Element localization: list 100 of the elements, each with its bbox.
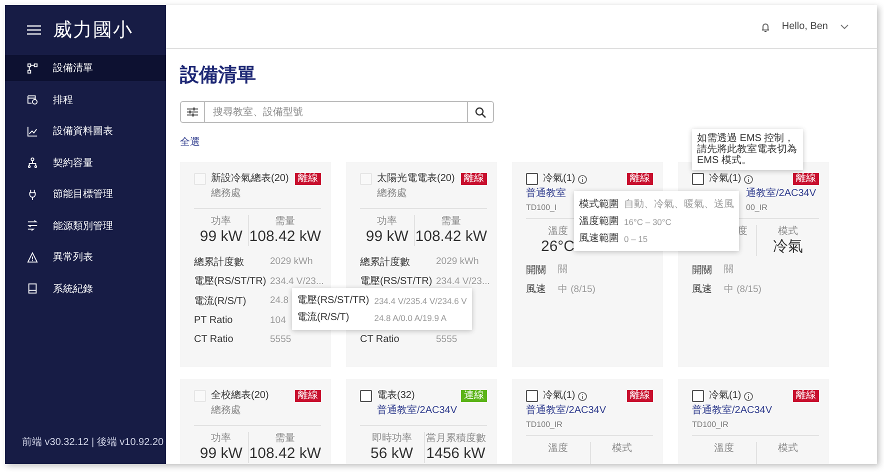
checkbox[interactable]: [360, 390, 372, 402]
metric-label: 需量: [275, 215, 296, 228]
tooltip-value: 234.4 V/235.4 V/234.6 V: [374, 296, 467, 306]
row-value: 5555: [270, 334, 292, 346]
metric-label: 需量: [275, 432, 296, 445]
row-value: 2029 kWh: [270, 256, 313, 268]
tooltip-label: 溫度範圍: [579, 215, 619, 228]
status-badge: 離線: [295, 390, 321, 402]
metric-label: 模式: [778, 225, 798, 238]
metric-value: 108.42 kW: [249, 445, 321, 463]
metric-label: 度: [738, 225, 748, 238]
search-input[interactable]: 搜尋教室、設備型號: [205, 102, 467, 122]
metric-value: 108.42 kW: [415, 228, 487, 246]
metric-label: 當月累積度數: [426, 432, 486, 445]
status-badge: 連線: [461, 390, 487, 402]
app-title: 威力國小: [53, 19, 133, 43]
location-link[interactable]: 普通教室: [526, 187, 566, 200]
metric-value: 99 kW: [366, 228, 408, 246]
info-icon[interactable]: [744, 174, 754, 184]
metric-label: 溫度: [548, 225, 568, 238]
tooltip-value: 0 – 15: [624, 234, 649, 244]
checkbox[interactable]: [692, 173, 704, 185]
card-title: 太陽光電電表(20): [377, 173, 455, 185]
checkbox[interactable]: [526, 390, 538, 402]
row-label: 風速: [692, 282, 713, 296]
card-title: 電表(32): [377, 390, 415, 402]
row-label: 開關: [692, 264, 713, 277]
chevron-down-icon[interactable]: [840, 24, 849, 30]
model-label: 00_IR: [746, 202, 768, 214]
row-label: CT Ratio: [360, 334, 400, 346]
info-icon[interactable]: [578, 392, 588, 400]
status-badge: 離線: [793, 173, 819, 185]
metric-label: 功率: [377, 215, 398, 228]
info-icon[interactable]: [578, 174, 588, 184]
metric-label: 溫度: [714, 442, 734, 455]
location-link[interactable]: 通教室/2AC34V: [746, 187, 816, 200]
status-badge: 離線: [793, 390, 819, 402]
tooltip-label: 電壓(RS/ST/TR): [297, 294, 370, 307]
model-label: TD100_I: [526, 202, 557, 214]
calendar-clock-icon: [27, 94, 38, 105]
metric-label: 功率: [211, 432, 232, 445]
search-button[interactable]: [467, 101, 494, 123]
location-link[interactable]: 普通教室/2AC34V: [377, 404, 458, 417]
warning-icon: [27, 252, 38, 262]
page-title: 設備清單: [180, 64, 256, 88]
model-label: TD100_IR: [526, 419, 562, 431]
sidebar-item[interactable]: 系統紀錄: [5, 276, 166, 302]
tooltip-value: 24.8 A/0.0 A/19.9 A: [374, 312, 448, 322]
info-icon[interactable]: [744, 392, 754, 400]
status-badge: 離線: [627, 390, 653, 402]
sidebar-item[interactable]: 契約容量: [5, 150, 166, 176]
nodes-icon: [27, 62, 38, 74]
row-value: 中 (8/15): [558, 282, 596, 296]
sidebar-item[interactable]: 設備資料圖表: [5, 118, 166, 144]
tooltip-text: 如需透過 EMS 控制，請先將此教室電表切為 EMS 模式。: [696, 132, 798, 168]
metric-value: 108.42 kW: [249, 228, 321, 246]
row-label: 總累計度數: [194, 256, 245, 269]
metric-value: 99 kW: [200, 228, 242, 246]
bell-icon[interactable]: [760, 22, 770, 32]
metric-value: 99 kW: [200, 445, 242, 463]
sidebar-item[interactable]: 設備清單: [5, 55, 166, 81]
filter-button[interactable]: [180, 101, 205, 123]
row-label: 總累計度數: [360, 256, 411, 269]
row-value: 234.4 V/23...: [436, 276, 490, 287]
search-icon: [475, 106, 486, 118]
user-greeting[interactable]: Hello, Ben: [782, 21, 828, 32]
card-title: 冷氣(1): [709, 390, 742, 402]
location-link[interactable]: 普通教室/2AC34V: [526, 404, 606, 417]
tooltip-label: 電流(R/S/T): [297, 311, 350, 324]
checkbox[interactable]: [692, 390, 704, 402]
row-label: 開關: [526, 264, 547, 277]
row-value: 中 (8/15): [724, 282, 762, 296]
sidebar-item[interactable]: 能源類別管理: [5, 212, 166, 238]
row-label: 電壓(RS/ST/TR): [360, 275, 434, 288]
card-title: 冷氣(1): [543, 173, 576, 185]
plug-icon: [27, 188, 38, 200]
book-icon: [27, 283, 38, 294]
metric-label: 需量: [441, 215, 462, 228]
metric-value: 56 kW: [370, 445, 413, 463]
sidebar-item[interactable]: 排程: [5, 86, 166, 112]
row-value: 2029 kWh: [436, 256, 479, 268]
org-chart-icon: [27, 157, 38, 168]
sidebar-item[interactable]: 節能目標管理: [5, 181, 166, 207]
row-label: CT Ratio: [194, 334, 234, 346]
tooltip-label: 風速範圍: [579, 232, 619, 245]
location-link[interactable]: 普通教室/2AC34V: [692, 404, 772, 417]
status-badge: 離線: [295, 173, 321, 185]
row-value: 關: [724, 263, 734, 276]
card-title: 全校總表(20): [211, 390, 269, 402]
menu-icon[interactable]: [27, 25, 41, 35]
row-label: 電壓(RS/ST/TR): [194, 275, 268, 288]
checkbox[interactable]: [526, 173, 538, 185]
card-title: 新設冷氣總表(20): [211, 173, 289, 185]
department-label: 總務處: [377, 187, 407, 200]
sidebar-item[interactable]: 異常列表: [5, 244, 166, 270]
select-all-link[interactable]: 全選: [180, 137, 200, 149]
card-title: 冷氣(1): [709, 173, 742, 185]
row-value: 104: [270, 314, 286, 326]
row-label: 風速: [526, 282, 547, 296]
metric-label: 模式: [612, 442, 632, 455]
